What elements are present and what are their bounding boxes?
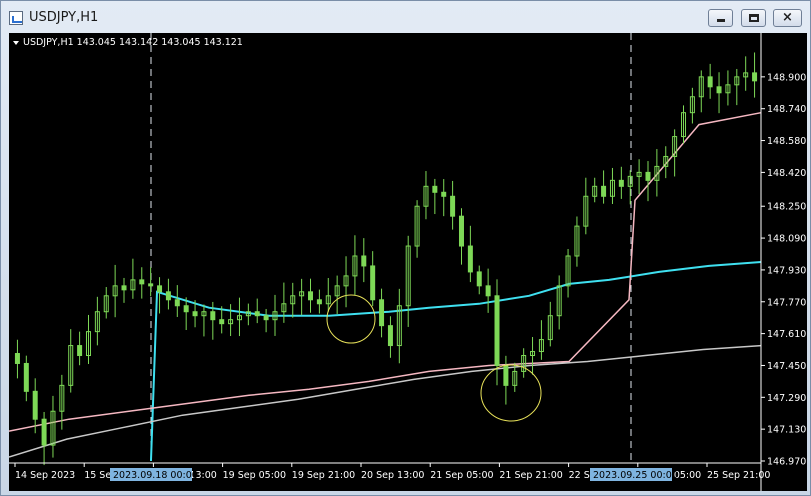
chart-canvas[interactable]: USDJPY,H1 143.045 143.142 143.045 143.12… — [9, 33, 807, 491]
candle-body — [618, 179, 624, 187]
candle-body — [192, 311, 198, 317]
candle-body — [219, 319, 225, 325]
candle-body — [467, 245, 473, 273]
candle-body — [121, 285, 127, 291]
candle-body — [645, 171, 651, 181]
chart-header-text: USDJPY,H1 143.045 143.142 143.045 143.12… — [23, 37, 243, 48]
candle-body — [716, 86, 722, 94]
highlighted-date-label: 2023.09.25 00:00 — [593, 470, 678, 481]
candle-body — [476, 271, 482, 287]
price-tick-label: 147.770 — [767, 297, 806, 308]
candle-body — [387, 325, 393, 347]
candle-body — [139, 279, 145, 285]
ma-pink-line — [9, 111, 762, 432]
candle-body — [308, 291, 314, 301]
minimize-button[interactable] — [708, 9, 733, 27]
time-tick-label: 25 Sep 21:00 — [707, 470, 770, 481]
ma-gray-line — [9, 344, 762, 458]
candle-body — [77, 345, 83, 357]
ma-cyan-line — [150, 261, 762, 461]
candle-body — [379, 299, 385, 327]
time-tick-label: 19 Sep 21:00 — [292, 470, 355, 481]
time-tick-label: 21 Sep 05:00 — [430, 470, 493, 481]
candle-body — [23, 362, 29, 392]
window-title: USDJPY,H1 — [29, 10, 99, 25]
candle-body — [503, 364, 509, 386]
close-button[interactable]: × — [773, 9, 802, 27]
price-tick-label: 148.090 — [767, 234, 806, 245]
candle-body — [494, 295, 500, 366]
candle-body — [174, 299, 180, 307]
candle-body — [432, 185, 438, 193]
close-icon: × — [782, 10, 793, 25]
candle-body — [263, 315, 269, 321]
symbol-dropdown-icon[interactable] — [13, 41, 19, 45]
annotation-circle — [326, 294, 376, 344]
candle-body — [14, 353, 20, 364]
candle-body — [441, 191, 447, 197]
price-tick-label: 147.130 — [767, 425, 806, 436]
candle-body — [601, 185, 607, 197]
title-bar[interactable]: USDJPY,H1 × — [1, 1, 810, 33]
price-tick-label: 146.970 — [767, 457, 806, 468]
price-tick-label: 148.250 — [767, 202, 806, 213]
candle-body — [707, 76, 713, 88]
candle-body — [370, 265, 376, 301]
time-tick-label: 19 Sep 05:00 — [223, 470, 286, 481]
minimize-icon — [717, 19, 725, 22]
candle-body — [361, 255, 367, 267]
price-tick-label: 147.610 — [767, 329, 806, 340]
price-tick-label: 148.740 — [767, 104, 806, 115]
application-window: USDJPY,H1 × USDJPY,H1 143.045 143.142 14… — [0, 0, 811, 496]
price-tick-label: 147.290 — [767, 393, 806, 404]
price-tick-label: 147.930 — [767, 265, 806, 276]
price-tick-label: 147.450 — [767, 361, 806, 372]
candle-body — [165, 291, 171, 301]
candle-body — [254, 311, 260, 317]
candle-body — [485, 285, 491, 297]
maximize-icon — [749, 14, 759, 22]
candle-body — [157, 285, 163, 293]
time-tick-label: 20 Sep 13:00 — [361, 470, 424, 481]
price-tick-label: 148.420 — [767, 168, 806, 179]
price-tick-label: 148.580 — [767, 136, 806, 147]
time-tick-label: 14 Sep 2023 — [15, 470, 75, 481]
candle-body — [752, 72, 758, 82]
price-chart[interactable]: USDJPY,H1 143.045 143.142 143.045 143.12… — [9, 33, 807, 491]
candle-body — [210, 311, 216, 321]
candle-body — [316, 299, 322, 305]
candle-body — [450, 195, 456, 217]
chart-window-icon — [9, 11, 23, 25]
candle-body — [148, 283, 154, 287]
highlighted-date-label: 2023.09.18 00:00 — [113, 470, 198, 481]
candle-body — [41, 418, 47, 446]
candle-body — [458, 215, 464, 247]
maximize-button[interactable] — [741, 9, 766, 27]
candle-body — [32, 390, 38, 420]
time-tick-label: 21 Sep 21:00 — [499, 470, 562, 481]
annotation-circle — [480, 364, 542, 422]
candle-body — [183, 305, 189, 313]
price-tick-label: 148.900 — [767, 72, 806, 83]
